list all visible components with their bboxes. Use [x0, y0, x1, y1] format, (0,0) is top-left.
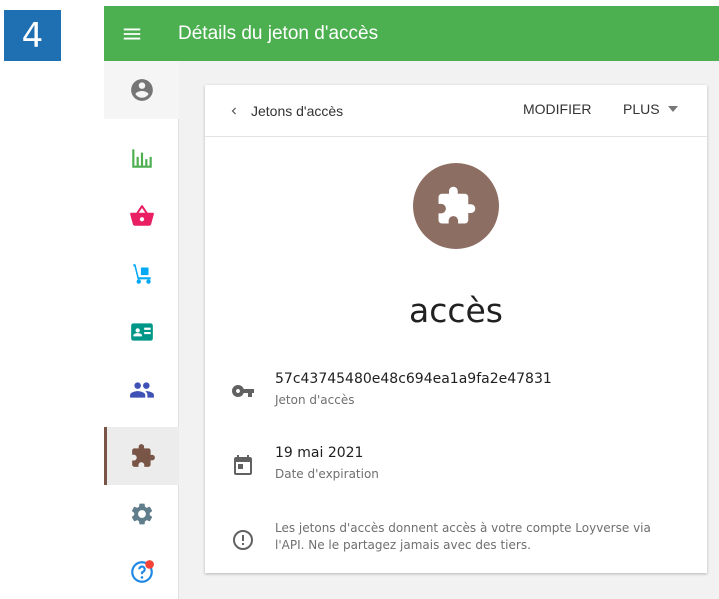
sidebar-item-customers[interactable] [104, 303, 179, 361]
token-value[interactable]: 57c43745480e48c694ea1a9fa2e47831 [275, 371, 552, 387]
chevron-left-icon [231, 107, 236, 114]
puzzle-icon [438, 186, 476, 224]
menu-button[interactable] [104, 6, 160, 61]
sidebar-item-integrations[interactable] [104, 427, 179, 485]
more-menu-label: PLUS [623, 101, 660, 117]
expiry-value: 19 mai 2021 [275, 445, 364, 461]
page-title: Détails du jeton d'accès [178, 22, 379, 44]
calendar-icon [234, 455, 252, 475]
gear-icon [131, 503, 152, 525]
token-name: accès [408, 291, 503, 330]
sidebar-item-inventory[interactable] [104, 245, 179, 303]
puzzle-icon [132, 444, 155, 467]
edit-button[interactable]: MODIFIER [523, 101, 591, 117]
inventory-dolly-icon [132, 264, 151, 284]
expiry-caption: Date d'expiration [275, 467, 379, 481]
back-link-label: Jetons d'accès [251, 102, 344, 119]
info-note: Les jetons d'accès donnent accès à votre… [275, 521, 651, 552]
sidebar-item-help[interactable] [104, 543, 179, 599]
token-details-card: Jetons d'accès MODIFIER PLUS accès 57c43… [205, 85, 707, 573]
token-caption: Jeton d'accès [275, 393, 355, 407]
bar-chart-icon [131, 149, 152, 168]
back-link[interactable]: Jetons d'accès [227, 103, 343, 119]
customer-card-icon [130, 323, 153, 341]
dropdown-arrow-icon [667, 106, 678, 112]
people-icon [129, 382, 154, 398]
info-outline-icon [233, 530, 253, 550]
sidebar-item-sales[interactable] [104, 187, 179, 245]
more-menu-button[interactable]: PLUS [623, 101, 678, 117]
sidebar-item-settings[interactable] [104, 485, 179, 543]
account-circle-icon [130, 79, 153, 101]
step-number-badge: 4 [4, 10, 61, 61]
sidebar-item-account[interactable] [104, 61, 179, 119]
app-window: Détails du jeton d'accès Jetons d'accès … [104, 6, 719, 599]
hamburger-menu-icon [123, 28, 141, 39]
sidebar-item-employees[interactable] [104, 361, 179, 419]
sidebar-nav [104, 61, 179, 599]
help-icon [130, 560, 154, 583]
key-icon [232, 385, 254, 397]
card-header: Jetons d'accès MODIFIER PLUS [205, 85, 707, 137]
token-avatar [413, 163, 499, 249]
top-app-bar: Détails du jeton d'accès [104, 6, 719, 61]
basket-icon [129, 205, 154, 226]
notification-dot [144, 560, 154, 569]
sidebar-item-reports[interactable] [104, 129, 179, 187]
